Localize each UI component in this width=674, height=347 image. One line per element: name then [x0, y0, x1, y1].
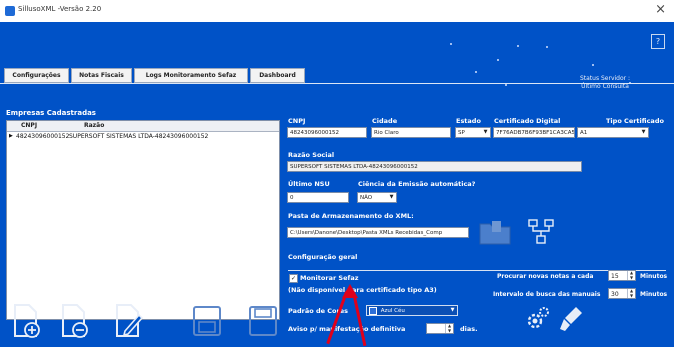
intervalo-label: Intervalo de busca das manuais — [493, 291, 601, 298]
column-cnpj[interactable]: CNPJ — [21, 122, 37, 129]
config-title: Configuração geral — [288, 253, 358, 261]
tab-dashboard[interactable]: Dashboard — [250, 68, 305, 83]
aviso-stepper[interactable]: ▲ ▼ — [426, 323, 454, 334]
monitorar-label: Monitorar Sefaz — [300, 274, 359, 282]
grid-header: CNPJ Razão — [7, 121, 279, 132]
cell-cnpj: 48243096000152 — [16, 133, 70, 140]
razao-social-field[interactable]: SUPERSOFT SISTEMAS LTDA-48243096000152 — [287, 161, 582, 172]
ultimo-nsu-label: Último NSU — [288, 180, 330, 188]
decorative-dot — [475, 71, 477, 73]
title-bar: SillusoXML -Versão 2.20 × — [0, 0, 674, 22]
cidade-field[interactable]: Rio Claro — [371, 127, 451, 138]
padrao-cores-select[interactable]: Azul Céu ▼ — [366, 305, 458, 316]
decorative-dot — [505, 84, 507, 86]
color-swatch — [369, 306, 377, 315]
pasta-field[interactable]: C:\Users\Danone\Desktop\Pasta XMLs Receb… — [287, 227, 469, 238]
procurar-unit: Minutos — [640, 273, 668, 280]
main-panel: ? Status Servidor : Último Consulta Conf… — [0, 22, 674, 347]
companies-title: Empresas Cadastradas — [6, 109, 96, 117]
estado-label: Estado — [456, 117, 481, 125]
chevron-down-icon: ▼ — [641, 129, 646, 135]
decorative-dot — [450, 43, 452, 45]
annotation-arrow-head — [342, 284, 358, 298]
ultimo-nsu-field[interactable]: 0 — [287, 192, 349, 203]
monitorar-checkbox[interactable]: ✓ — [289, 274, 298, 283]
open-folder-icon[interactable] — [478, 218, 512, 246]
certificado-label: Certificado Digital — [494, 117, 561, 125]
network-icon[interactable] — [524, 218, 558, 248]
cancel-save-icon[interactable] — [192, 305, 222, 337]
settings-gear-icon[interactable] — [524, 305, 550, 333]
procurar-label: Procurar novas notas a cada — [497, 273, 594, 280]
tab-divider — [0, 83, 674, 84]
help-button[interactable]: ? — [651, 34, 665, 49]
cnpj-field[interactable]: 48243096000152 — [287, 127, 367, 138]
row-indicator-icon: ▶ — [9, 133, 13, 139]
padrao-cores-value: Azul Céu — [380, 308, 405, 314]
chevron-down-icon: ▼ — [450, 307, 455, 313]
tab-notas-fiscais[interactable]: Notas Fiscais — [71, 68, 132, 83]
column-razao[interactable]: Razão — [84, 122, 104, 129]
estado-select[interactable]: SP ▼ — [455, 127, 491, 138]
pasta-label: Pasta de Armazenamento do XML: — [288, 212, 414, 220]
cnpj-label: CNPJ — [288, 117, 306, 125]
tab-configuracoes[interactable]: Configurações — [4, 68, 69, 83]
app-icon — [5, 6, 15, 16]
decorative-dot — [497, 59, 499, 61]
intervalo-stepper[interactable]: 30 ▲ ▼ — [608, 288, 636, 299]
monitorar-note: (Não disponível para certificado tipo A3… — [288, 286, 437, 294]
razao-social-label: Razão Social — [288, 151, 335, 159]
remove-document-icon[interactable] — [60, 303, 90, 339]
intervalo-value: 30 — [611, 291, 619, 298]
aviso-label: Aviso p/ manifestação definitiva — [288, 325, 406, 333]
intervalo-unit: Minutos — [640, 291, 668, 298]
cidade-label: Cidade — [372, 117, 398, 125]
ciencia-value: NÃO — [360, 195, 373, 201]
save-icon[interactable] — [248, 305, 278, 337]
decorative-dot — [517, 45, 519, 47]
chevron-down-icon: ▼ — [483, 129, 488, 135]
procurar-value: 15 — [611, 273, 619, 280]
stepper-arrows-icon[interactable]: ▲ ▼ — [627, 270, 635, 280]
aviso-unit: dias. — [460, 325, 478, 333]
stepper-arrows-icon[interactable]: ▲ ▼ — [445, 323, 453, 333]
ciencia-label: Ciência da Emissão automática? — [358, 180, 476, 188]
decorative-dot — [546, 46, 548, 48]
stepper-arrows-icon[interactable]: ▲ ▼ — [627, 288, 635, 298]
close-button[interactable]: × — [655, 2, 666, 17]
edit-document-icon[interactable] — [114, 303, 144, 339]
chevron-down-icon: ▼ — [389, 194, 394, 200]
decorative-dot — [592, 64, 594, 66]
estado-value: SP — [458, 130, 465, 136]
tipo-certificado-label: Tipo Certificado — [606, 117, 664, 125]
clean-brush-icon[interactable] — [559, 305, 585, 333]
last-query-label: Último Consulta — [581, 83, 629, 90]
tipo-certificado-select[interactable]: A1 ▼ — [577, 127, 649, 138]
tipo-certificado-value: A1 — [580, 130, 588, 136]
table-row[interactable]: ▶ 48243096000152 SUPERSOFT SISTEMAS LTDA… — [7, 132, 279, 141]
window-title: SillusoXML -Versão 2.20 — [18, 5, 102, 13]
certificado-field[interactable]: 7F76ADB7B6F93BF1CA3CA538A — [493, 127, 575, 138]
procurar-stepper[interactable]: 15 ▲ ▼ — [608, 270, 636, 281]
companies-grid[interactable]: CNPJ Razão ▶ 48243096000152 SUPERSOFT SI… — [6, 120, 280, 320]
tab-logs-monitoramento[interactable]: Logs Monitoramento Sefaz — [134, 68, 248, 83]
cell-razao: SUPERSOFT SISTEMAS LTDA-48243096000152 — [69, 133, 209, 140]
ciencia-select[interactable]: NÃO ▼ — [357, 192, 397, 203]
server-status-label: Status Servidor : — [579, 75, 631, 82]
add-document-icon[interactable] — [12, 303, 42, 339]
